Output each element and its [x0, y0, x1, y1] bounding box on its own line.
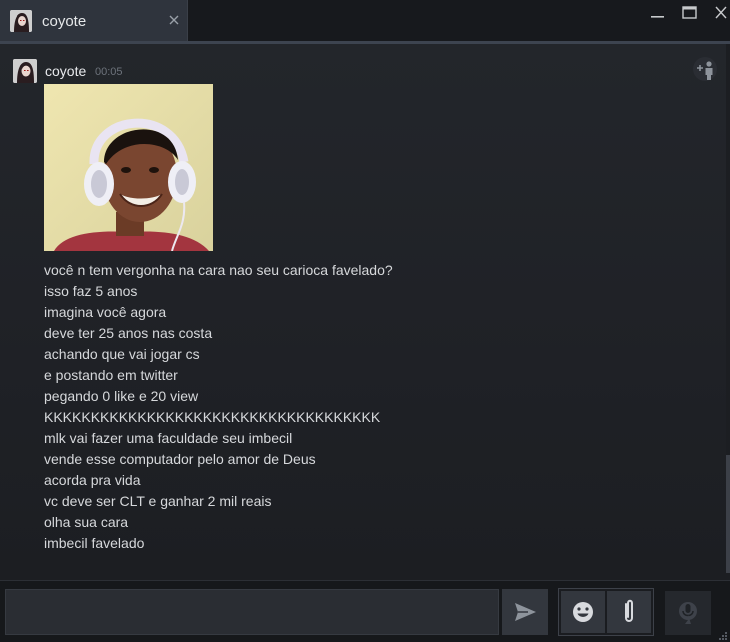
emoji-button[interactable] — [561, 591, 605, 633]
avatar — [10, 10, 32, 32]
message-line: imagina você agora — [44, 304, 167, 320]
message-input[interactable] — [5, 589, 499, 635]
message-line: acorda pra vida — [44, 472, 141, 488]
message-line: pegando 0 like e 20 view — [44, 388, 199, 404]
microphone-icon — [679, 602, 697, 624]
message-line: vc deve ser CLT e ganhar 2 mil reais — [44, 493, 272, 509]
attach-button[interactable] — [607, 591, 651, 633]
message-line: KKKKKKKKKKKKKKKKKKKKKKKKKKKKKKKKKKKK — [44, 409, 381, 425]
send-icon — [515, 603, 536, 621]
window-close-icon[interactable] — [710, 4, 730, 22]
message-line: achando que vai jogar cs — [44, 346, 200, 362]
minimize-icon[interactable] — [646, 4, 668, 22]
title-bar: coyote — [0, 0, 730, 44]
message-author[interactable]: coyote — [45, 63, 86, 79]
message-line: imbecil favelado — [44, 535, 145, 551]
tab-title: coyote — [42, 13, 87, 30]
message-line: mlk vai fazer uma faculdade seu imbecil — [44, 430, 293, 446]
message-line: vende esse computador pelo amor de Deus — [44, 451, 316, 467]
message-line: e postando em twitter — [44, 367, 178, 383]
resize-grip-icon[interactable] — [718, 631, 728, 641]
message-line: isso faz 5 anos — [44, 283, 138, 299]
emoji-icon — [573, 602, 593, 622]
scrollbar-thumb[interactable] — [726, 455, 730, 573]
add-user-icon[interactable] — [692, 56, 718, 82]
voice-button[interactable] — [665, 591, 711, 635]
paperclip-icon — [625, 599, 633, 622]
message-image[interactable] — [44, 84, 213, 251]
message-line: olha sua cara — [44, 514, 129, 530]
composer-bar — [0, 580, 730, 642]
message-timestamp: 00:05 — [95, 66, 123, 78]
avatar[interactable] — [13, 59, 37, 83]
chat-tab[interactable]: coyote — [0, 0, 188, 43]
close-icon[interactable] — [166, 11, 182, 29]
maximize-icon[interactable] — [678, 4, 700, 22]
message-body: você n tem vergonha na cara nao seu cari… — [44, 260, 684, 554]
message-line: deve ter 25 anos nas costa — [44, 325, 213, 341]
message-line: você n tem vergonha na cara nao seu cari… — [44, 262, 393, 278]
chat-log: coyote 00:05 você n tem vergonha na cara… — [0, 44, 730, 580]
send-button[interactable] — [502, 589, 548, 635]
